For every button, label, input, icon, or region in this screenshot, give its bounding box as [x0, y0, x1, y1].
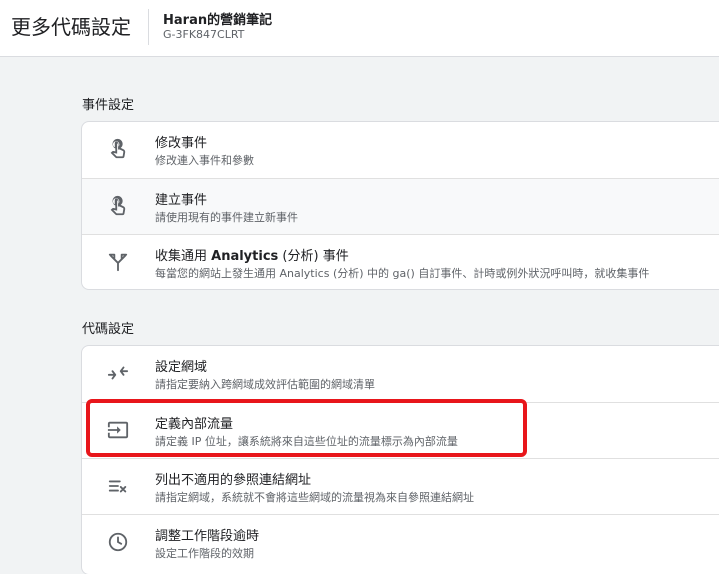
create-event-row[interactable]: 建立事件 請使用現有的事件建立新事件 — [82, 178, 719, 234]
header-divider — [148, 9, 149, 45]
row-description: 每當您的網站上發生通用 Analytics (分析) 中的 ga() 自訂事件、… — [155, 267, 650, 280]
row-title: 設定網域 — [155, 360, 208, 375]
title-bold: Analytics — [211, 249, 279, 264]
row-title: 定義內部流量 — [155, 417, 234, 432]
property-name: Haran的營銷筆記 — [163, 13, 273, 28]
define-internal-traffic-row[interactable]: 定義內部流量 請定義 IP 位址，讓系統將來自這些位址的流量標示為內部流量 — [82, 402, 719, 458]
row-title: 列出不適用的參照連結網址 — [155, 473, 312, 488]
page-title: 更多代碼設定 — [11, 15, 131, 39]
modify-event-row[interactable]: 修改事件 修改連入事件和參數 — [82, 122, 719, 178]
compare-arrows-icon — [106, 361, 130, 385]
title-suffix: (分析) 事件 — [278, 249, 349, 264]
tag-settings-card: 設定網域 請指定要納入跨網域成效評估範圍的網域清單 定義內部流量 請定義 IP … — [81, 345, 719, 574]
row-description: 請指定網域，系統就不會將這些網域的流量視為來自參照連結網址 — [155, 491, 474, 504]
page-header: 更多代碼設定 Haran的營銷筆記 G-3FK847CLRT — [0, 0, 719, 57]
configure-domains-row[interactable]: 設定網域 請指定要納入跨網域成效評估範圍的網域清單 — [82, 346, 719, 402]
touch-app-icon — [106, 137, 130, 161]
row-description: 請定義 IP 位址，讓系統將來自這些位址的流量標示為內部流量 — [155, 435, 458, 448]
merge-icon — [106, 250, 130, 274]
session-timeout-row[interactable]: 調整工作階段逾時 設定工作階段的效期 — [82, 514, 719, 570]
row-description: 設定工作階段的效期 — [155, 547, 254, 560]
touch-app-icon — [106, 194, 130, 218]
title-prefix: 收集通用 — [155, 249, 212, 264]
clock-icon — [106, 530, 130, 554]
row-title: 修改事件 — [155, 136, 208, 151]
collect-ua-events-row[interactable]: 收集通用 Analytics (分析) 事件 每當您的網站上發生通用 Analy… — [82, 234, 719, 289]
row-description: 請使用現有的事件建立新事件 — [155, 211, 298, 224]
events-card: 修改事件 修改連入事件和參數 建立事件 請使用現有的事件建立新事件 收集通用 A… — [81, 121, 719, 290]
section-title-tag: 代碼設定 — [82, 322, 135, 337]
property-id: G-3FK847CLRT — [163, 28, 245, 41]
row-title: 建立事件 — [155, 193, 208, 208]
unwanted-referrals-row[interactable]: 列出不適用的參照連結網址 請指定網域，系統就不會將這些網域的流量視為來自參照連結… — [82, 458, 719, 514]
row-description: 請指定要納入跨網域成效評估範圍的網域清單 — [155, 378, 375, 391]
row-title: 收集通用 Analytics (分析) 事件 — [155, 245, 349, 264]
row-description: 修改連入事件和參數 — [155, 154, 254, 167]
section-title-events: 事件設定 — [82, 98, 135, 113]
row-title: 調整工作階段逾時 — [155, 529, 260, 544]
input-icon — [106, 418, 130, 442]
list-remove-icon — [106, 474, 130, 498]
